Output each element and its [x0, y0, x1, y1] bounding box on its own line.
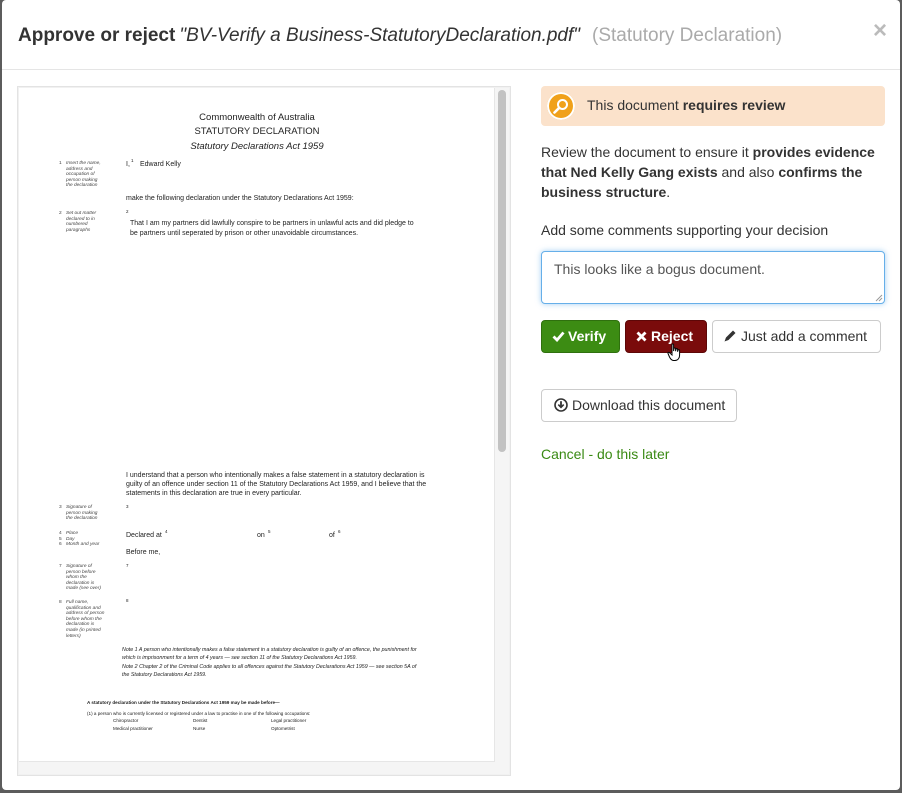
document-viewer[interactable]: Commonwealth of Australia STATUTORY DECL…	[17, 86, 511, 776]
viewer-scroll-thumb[interactable]	[498, 90, 506, 452]
magnifier-icon	[547, 92, 575, 120]
instructions-part: .	[666, 184, 671, 200]
occupation: Dentist	[193, 718, 208, 723]
footnote-marker: 6	[338, 529, 341, 534]
occupation: Legal practitioner	[271, 718, 307, 723]
hand-cursor-icon	[667, 343, 681, 361]
approve-reject-modal: Approve or reject "BV-Verify a Business-S…	[2, 0, 900, 790]
title-lead: Approve or reject	[18, 25, 176, 46]
close-icon[interactable]: ×	[873, 19, 887, 43]
footnote-marker: 7	[126, 563, 129, 568]
side-note-number: 2	[59, 211, 62, 216]
side-note: Signature of person before whom the decl…	[66, 564, 101, 592]
understand-line-1: I understand that a person who intention…	[126, 472, 425, 479]
comment-button-label: Just add a comment	[741, 328, 868, 344]
resize-grip-icon[interactable]	[875, 294, 883, 302]
modal-title: Approve or reject "BV-Verify a Business-S…	[18, 24, 782, 48]
footnote-marker: 4	[165, 529, 168, 534]
side-note-number: 1	[59, 161, 62, 166]
modal-header: Approve or reject "BV-Verify a Business-S…	[2, 0, 900, 70]
of-label: of	[329, 532, 335, 539]
pencil-icon	[724, 330, 736, 342]
occupation: Medical practitioner	[113, 726, 153, 731]
understand-line-3: statements in this declaration are true …	[126, 490, 302, 497]
footnote-marker: 1	[131, 158, 134, 163]
footer-line-1: A statutory declaration under the Statut…	[87, 700, 280, 705]
side-note-number: 4 5 6	[59, 531, 62, 548]
side-note-number: 8	[59, 600, 62, 605]
review-alert: This document requires review	[541, 86, 885, 126]
reject-button[interactable]: Reject	[625, 320, 707, 353]
side-note: Signature of person making the declarati…	[66, 505, 98, 522]
verify-label: Verify	[568, 328, 607, 344]
alert-text-bold: requires review	[682, 97, 786, 113]
review-instructions: Review the document to ensure it provide…	[541, 142, 886, 202]
alert-text: This document requires review	[587, 97, 785, 113]
download-circle-icon	[554, 398, 568, 412]
download-document-button[interactable]: Download this document	[541, 389, 737, 422]
instructions-part: Review the document to ensure it	[541, 144, 753, 160]
alert-text-prefix: This document	[587, 97, 683, 113]
occupation: Optometrist	[271, 726, 295, 731]
note-1-line-1: Note 1 A person who intentionally makes …	[122, 647, 417, 653]
reject-label: Reject	[651, 328, 694, 344]
just-add-comment-button[interactable]: Just add a comment	[712, 320, 881, 353]
document-page: Commonwealth of Australia STATUTORY DECL…	[19, 88, 495, 761]
side-note: Full name, qualification and address of …	[66, 600, 105, 639]
declared-at-label: Declared at	[126, 532, 162, 539]
side-note-number: 3	[59, 505, 62, 510]
side-note-number: 7	[59, 564, 62, 569]
footnote-marker: 2	[126, 209, 129, 214]
footer-line-2: (1) a person who is currently licensed o…	[87, 711, 311, 716]
before-me-label: Before me,	[126, 549, 161, 556]
occupation: Nurse	[193, 726, 206, 731]
footnote-marker: 5	[268, 529, 271, 534]
statement-line-2: be partners until seperated by prison or…	[130, 230, 359, 237]
comments-label: Add some comments supporting your decisi…	[541, 222, 829, 238]
side-note: Insert the name, address and occupation …	[66, 161, 101, 189]
verify-button[interactable]: Verify	[541, 320, 620, 353]
viewer-horizontal-scrollbar[interactable]	[19, 761, 495, 774]
cancel-link[interactable]: Cancel - do this later	[541, 446, 669, 462]
comment-textarea[interactable]: This looks like a bogus document.	[541, 251, 885, 304]
understand-line-2: guilty of an offence under section 11 of…	[126, 481, 427, 488]
title-file-name: "BV-Verify a Business-StatutoryDeclarati…	[179, 25, 581, 46]
doc-heading-3: Statutory Declarations Act 1959	[190, 141, 324, 152]
side-note: Place Day Month and year	[66, 531, 100, 548]
download-label: Download this document	[572, 397, 726, 413]
doc-heading-1: Commonwealth of Australia	[199, 112, 315, 123]
name-prefix: I,	[126, 161, 130, 168]
title-document-type: (Statutory Declaration)	[592, 25, 783, 46]
note-2-line-1: Note 2 Chapter 2 of the Criminal Code ap…	[122, 664, 417, 670]
doc-heading-2: STATUTORY DECLARATION	[194, 126, 320, 137]
on-label: on	[257, 532, 265, 539]
occupation: Chiropractor	[113, 718, 139, 723]
note-1-line-2: which is imprisonment for a term of 4 ye…	[122, 655, 357, 661]
statement-line-1: That I am my partners did lawfully consp…	[130, 220, 414, 227]
footnote-marker: 3	[126, 504, 129, 509]
check-icon	[552, 331, 565, 343]
declarant-name: Edward Kelly	[140, 161, 181, 168]
instructions-part: and also	[717, 164, 779, 180]
declaration-intro: make the following declaration under the…	[126, 195, 354, 202]
footnote-marker: 8	[126, 598, 129, 603]
side-note: Set out matter declared to in numbered p…	[66, 211, 97, 233]
note-2-line-2: the Statutory Declarations Act 1959.	[122, 672, 207, 678]
viewer-vertical-scrollbar[interactable]	[494, 88, 509, 774]
times-icon	[636, 331, 647, 342]
